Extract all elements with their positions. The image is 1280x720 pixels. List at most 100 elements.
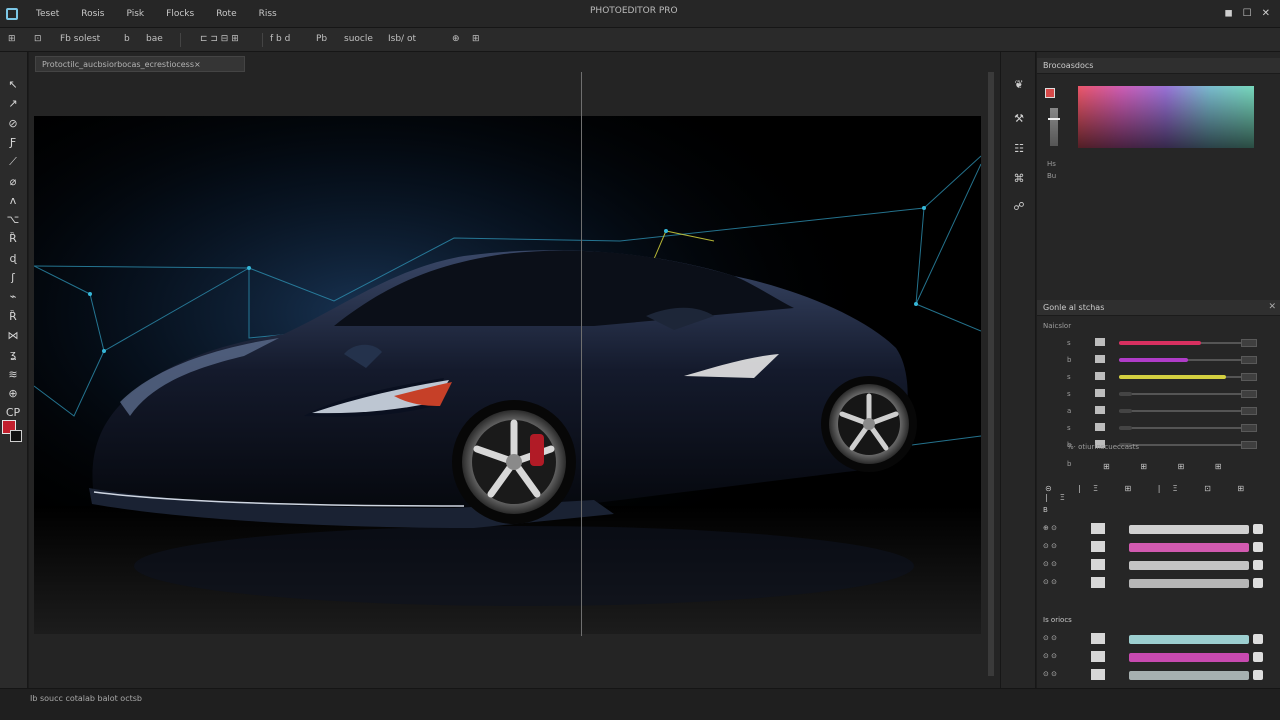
tool-14-icon[interactable]: ⋈	[3, 327, 23, 344]
option-size[interactable]: bae	[146, 34, 163, 44]
layer-thumbnail[interactable]	[1091, 577, 1105, 588]
menu-item-5[interactable]: Rote	[216, 9, 236, 19]
layer-mask-thumbnail[interactable]	[1253, 670, 1263, 680]
color-swatch[interactable]	[1045, 88, 1055, 98]
layer-row[interactable]: ⊙ ⊙	[1043, 540, 1271, 554]
option-align-icons[interactable]: ⊏ ⊐ ⊟ ⊞	[200, 34, 239, 44]
hue-slider-thumb[interactable]	[1048, 118, 1060, 120]
layers-comp-icon[interactable]: ☷	[1009, 140, 1029, 158]
tool-1-icon[interactable]: ↖	[3, 76, 23, 93]
tool-8-icon[interactable]: ⌥	[3, 211, 23, 228]
mini-control-2[interactable]: ⊞	[1140, 462, 1161, 471]
layer-name-bar[interactable]	[1129, 525, 1249, 534]
menu-item-4[interactable]: Flocks	[166, 9, 194, 19]
tool-9-icon[interactable]: Ȑ	[3, 230, 23, 247]
tool-5-icon[interactable]: ⟋	[3, 153, 23, 170]
maximize-icon[interactable]: ☐	[1243, 8, 1252, 19]
guide-line[interactable]	[581, 72, 582, 636]
bottom-control-2[interactable]: |Ξ	[1078, 484, 1110, 493]
image-canvas[interactable]	[34, 116, 981, 634]
bottom-control-1[interactable]: ⊝	[1045, 484, 1064, 493]
tool-4-icon[interactable]: Ƒ	[3, 134, 23, 151]
layer-row[interactable]: ⊙ ⊙	[1043, 650, 1271, 664]
layer-mask-thumbnail[interactable]	[1253, 560, 1263, 570]
layer-row[interactable]: ⊙ ⊙	[1043, 576, 1271, 590]
adjustment-value-field[interactable]	[1241, 373, 1257, 381]
layer-name-bar[interactable]	[1129, 635, 1249, 644]
layer-mask-thumbnail[interactable]	[1253, 542, 1263, 552]
tool-15-icon[interactable]: ʓ	[3, 346, 23, 363]
adjustment-slider[interactable]	[1119, 341, 1245, 345]
layer-thumbnail[interactable]	[1091, 559, 1105, 570]
adjustment-slider[interactable]	[1119, 426, 1245, 430]
app-logo-icon[interactable]	[6, 8, 18, 20]
panel-close-icon[interactable]: ✕	[1268, 302, 1276, 312]
bottom-control-3[interactable]: ⊞	[1125, 484, 1144, 493]
actions-icon[interactable]: ⌘	[1009, 170, 1029, 188]
bottom-control-4[interactable]: |Ξ	[1158, 484, 1190, 493]
tool-7-icon[interactable]: ʌ	[3, 192, 23, 209]
tool-11-icon[interactable]: ʃ	[3, 269, 23, 286]
layer-thumbnail[interactable]	[1091, 651, 1105, 662]
layer-name-bar[interactable]	[1129, 653, 1249, 662]
layer-visibility-icon[interactable]: ⊙ ⊙	[1043, 652, 1057, 660]
layer-thumbnail[interactable]	[1091, 523, 1105, 534]
layer-visibility-icon[interactable]: ⊙ ⊙	[1043, 542, 1057, 550]
menu-item-3[interactable]: Pisk	[127, 9, 145, 19]
layer-thumbnail[interactable]	[1091, 541, 1105, 552]
mini-control-1[interactable]: ⊞	[1103, 462, 1124, 471]
adjustment-slider[interactable]	[1119, 375, 1245, 379]
option-tool-icon[interactable]: ⊞	[8, 34, 16, 44]
adjustment-slider[interactable]	[1119, 392, 1245, 396]
option-mode-icon[interactable]: ⊡	[34, 34, 42, 44]
tool-17-icon[interactable]: ⊕	[3, 385, 23, 402]
history-icon[interactable]: ❦	[1009, 76, 1029, 94]
option-grid-icon[interactable]: ⊞	[472, 34, 480, 44]
layer-row[interactable]: ⊕ ⊙	[1043, 522, 1271, 536]
tool-12-icon[interactable]: ⌁	[3, 288, 23, 305]
tool-6-icon[interactable]: ⌀	[3, 173, 23, 190]
close-icon[interactable]: ✕	[1262, 8, 1270, 19]
layer-visibility-icon[interactable]: ⊙ ⊙	[1043, 578, 1057, 586]
lane-toggle[interactable]	[1095, 338, 1105, 346]
layer-name-bar[interactable]	[1129, 561, 1249, 570]
layer-name-bar[interactable]	[1129, 579, 1249, 588]
bottom-control-6[interactable]: ⊞	[1237, 484, 1256, 493]
lane-toggle[interactable]	[1095, 355, 1105, 363]
hue-slider[interactable]	[1048, 108, 1060, 146]
document-tab[interactable]: Protoctilc_aucbsiorbocas_ecrestiocess×	[35, 56, 245, 72]
tool-16-icon[interactable]: ≋	[3, 366, 23, 383]
layer-visibility-icon[interactable]: ⊙ ⊙	[1043, 634, 1057, 642]
menu-item-1[interactable]: Teset	[36, 9, 59, 19]
background-color-swatch[interactable]	[10, 430, 22, 442]
layer-mask-thumbnail[interactable]	[1253, 634, 1263, 644]
lane-toggle[interactable]	[1095, 423, 1105, 431]
adjustment-slider[interactable]	[1119, 409, 1245, 413]
lane-toggle[interactable]	[1095, 372, 1105, 380]
mini-control-4[interactable]: ⊞	[1215, 462, 1236, 471]
layer-visibility-icon[interactable]: ⊕ ⊙	[1043, 524, 1057, 532]
adjustment-value-field[interactable]	[1241, 390, 1257, 398]
menu-item-6[interactable]: Riss	[259, 9, 277, 19]
option-preset[interactable]: Fb solest	[60, 34, 100, 44]
layer-mask-thumbnail[interactable]	[1253, 652, 1263, 662]
tool-10-icon[interactable]: ɖ	[3, 250, 23, 267]
menu-item-2[interactable]: Rosis	[81, 9, 104, 19]
layer-mask-thumbnail[interactable]	[1253, 578, 1263, 588]
layer-thumbnail[interactable]	[1091, 669, 1105, 680]
vertical-scrollbar[interactable]	[988, 72, 994, 676]
tool-presets-icon[interactable]: ⚒	[1009, 110, 1029, 128]
option-fbd[interactable]: f b d	[270, 34, 290, 44]
color-spectrum-picker[interactable]	[1078, 86, 1254, 148]
paths-icon[interactable]: ☍	[1009, 198, 1029, 216]
tool-13-icon[interactable]: Ȑ	[3, 308, 23, 325]
bottom-control-7[interactable]: |Ξ	[1045, 493, 1077, 502]
option-target-icon[interactable]: ⊕	[452, 34, 460, 44]
lane-toggle[interactable]	[1095, 406, 1105, 414]
tool-18-icon[interactable]: CP	[3, 404, 23, 421]
option-pb[interactable]: Pb	[316, 34, 327, 44]
layer-row[interactable]: ⊙ ⊙	[1043, 668, 1271, 682]
option-source[interactable]: suocle	[344, 34, 373, 44]
layer-visibility-icon[interactable]: ⊙ ⊙	[1043, 670, 1057, 678]
minimize-icon[interactable]: ◼	[1224, 8, 1232, 19]
